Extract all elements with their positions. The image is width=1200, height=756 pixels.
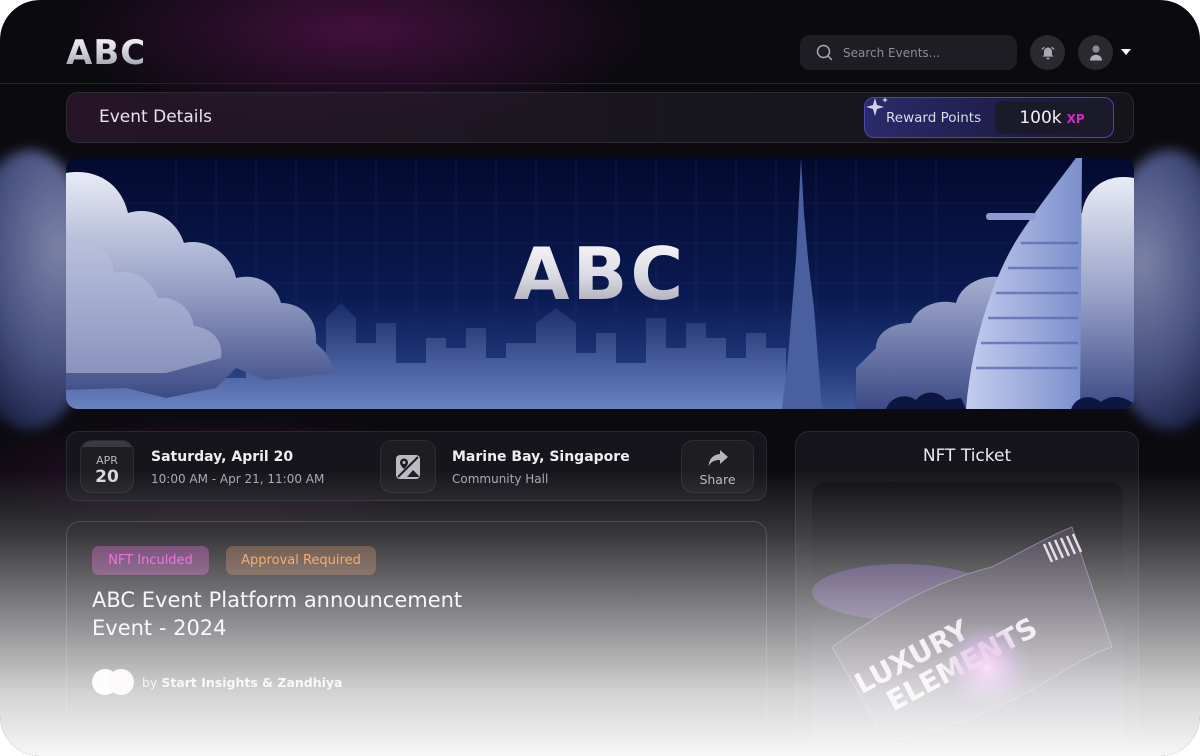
hosts-prefix: by xyxy=(142,674,158,690)
event-location: Marine Bay, Singapore xyxy=(452,449,630,465)
reward-points-unit: XP xyxy=(1066,112,1085,126)
chevron-down-icon[interactable] xyxy=(1121,49,1131,55)
share-icon xyxy=(708,450,728,467)
page-title: Event Details xyxy=(99,107,213,127)
reward-points-value: 100k XP xyxy=(995,101,1109,134)
event-date: Saturday, April 20 xyxy=(151,449,294,465)
reward-points-badge[interactable]: Reward Points 100k XP xyxy=(864,97,1114,138)
logo-text: ABC xyxy=(66,33,147,73)
banner-logo: ABC xyxy=(66,232,1134,316)
map-location-icon xyxy=(396,454,420,479)
search-icon xyxy=(816,44,833,61)
bell-icon xyxy=(1041,46,1054,59)
calendar-date-icon: APR 20 xyxy=(80,440,134,493)
hosts-names: Start Insights & Zandhiya xyxy=(161,674,343,690)
share-label: Share xyxy=(699,472,736,487)
nft-ticket-title: NFT Ticket xyxy=(922,446,1012,466)
badge-approval-required: Approval Required xyxy=(226,546,376,575)
event-venue: Community Hall xyxy=(452,472,549,486)
date-month: APR xyxy=(96,454,118,467)
hosts-text: by Start Insights & Zandhiya xyxy=(142,675,343,690)
reward-points-amount: 100k xyxy=(1019,107,1062,128)
host-avatar xyxy=(108,669,134,695)
nft-ticket-card: NFT Ticket LUXURY ELEMENTS xyxy=(795,431,1139,756)
logo[interactable]: ABC xyxy=(66,33,147,73)
share-button[interactable]: Share xyxy=(681,440,754,493)
search-bar[interactable] xyxy=(800,35,1017,70)
event-title: ABC Event Platform announcement Event - … xyxy=(92,588,463,640)
event-details-bar: Event Details Reward Points 100k XP xyxy=(66,92,1134,143)
event-time-range: 10:00 AM - Apr 21, 11:00 AM xyxy=(151,472,325,486)
user-avatar-button[interactable] xyxy=(1078,35,1113,70)
notifications-button[interactable] xyxy=(1030,35,1065,70)
event-hosts[interactable]: by Start Insights & Zandhiya xyxy=(92,668,343,696)
nft-ticket-image[interactable]: LUXURY ELEMENTS xyxy=(812,482,1123,752)
location-map-button[interactable] xyxy=(380,440,436,493)
user-icon xyxy=(1089,44,1102,60)
badge-nft-included: NFT Inculded xyxy=(92,546,209,575)
event-info-row: APR 20 Saturday, April 20 10:00 AM - Apr… xyxy=(66,431,767,501)
reward-points-label: Reward Points xyxy=(886,110,982,126)
ticket-illustration: LUXURY ELEMENTS xyxy=(812,526,1113,743)
search-input[interactable] xyxy=(843,45,1003,60)
date-day: 20 xyxy=(95,467,119,487)
app-window: ABC Event Details xyxy=(0,0,1200,756)
top-bar: ABC xyxy=(0,0,1200,84)
event-banner: ABC xyxy=(66,158,1134,409)
event-summary-card: NFT Inculded Approval Required ABC Event… xyxy=(66,521,767,756)
